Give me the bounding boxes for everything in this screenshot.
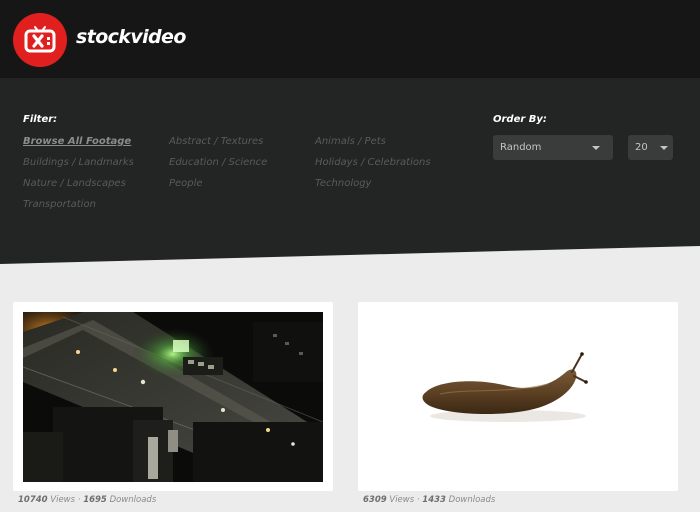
video-stats: 6309 Views · 1433 Downloads [363,495,495,505]
downloads-label: Downloads [109,495,157,505]
downloads-count: 1433 [422,495,446,505]
filter-education-science[interactable]: Education / Science [169,157,267,168]
filter-panel [0,78,700,264]
video-card[interactable] [13,302,333,491]
filter-browse-all-footage[interactable]: Browse All Footage [23,136,131,147]
views-label: Views [50,495,76,505]
filter-buildings-landmarks[interactable]: Buildings / Landmarks [23,157,134,168]
chevron-down-icon [660,146,668,150]
filter-holidays-celebrations[interactable]: Holidays / Celebrations [315,157,431,168]
filter-transportation[interactable]: Transportation [23,199,96,210]
brand-name[interactable]: stockvideo [76,26,186,48]
chevron-down-icon [592,146,600,150]
video-thumbnail[interactable] [368,312,668,482]
order-by-select[interactable]: Random [493,135,613,160]
downloads-count: 1695 [83,495,107,505]
per-page-select[interactable]: 20 [628,135,673,160]
filter-abstract-textures[interactable]: Abstract / Textures [169,136,263,147]
filter-technology[interactable]: Technology [315,178,371,189]
views-label: Views [389,495,415,505]
video-thumbnail[interactable] [23,312,323,482]
stockvideo-logo-icon[interactable] [13,13,67,67]
filter-label: Filter: [23,114,58,125]
filter-animals-pets[interactable]: Animals / Pets [315,136,386,147]
filter-people[interactable]: People [169,178,203,189]
order-by-label: Order By: [493,114,547,125]
downloads-label: Downloads [448,495,496,505]
video-card[interactable] [358,302,678,491]
stats-separator: · [77,495,81,505]
views-count: 6309 [363,495,387,505]
order-by-value: Random [500,142,542,153]
filter-nature-landscapes[interactable]: Nature / Landscapes [23,178,126,189]
per-page-value: 20 [635,142,648,153]
video-stats: 10740 Views · 1695 Downloads [18,495,156,505]
views-count: 10740 [18,495,48,505]
stats-separator: · [416,495,420,505]
